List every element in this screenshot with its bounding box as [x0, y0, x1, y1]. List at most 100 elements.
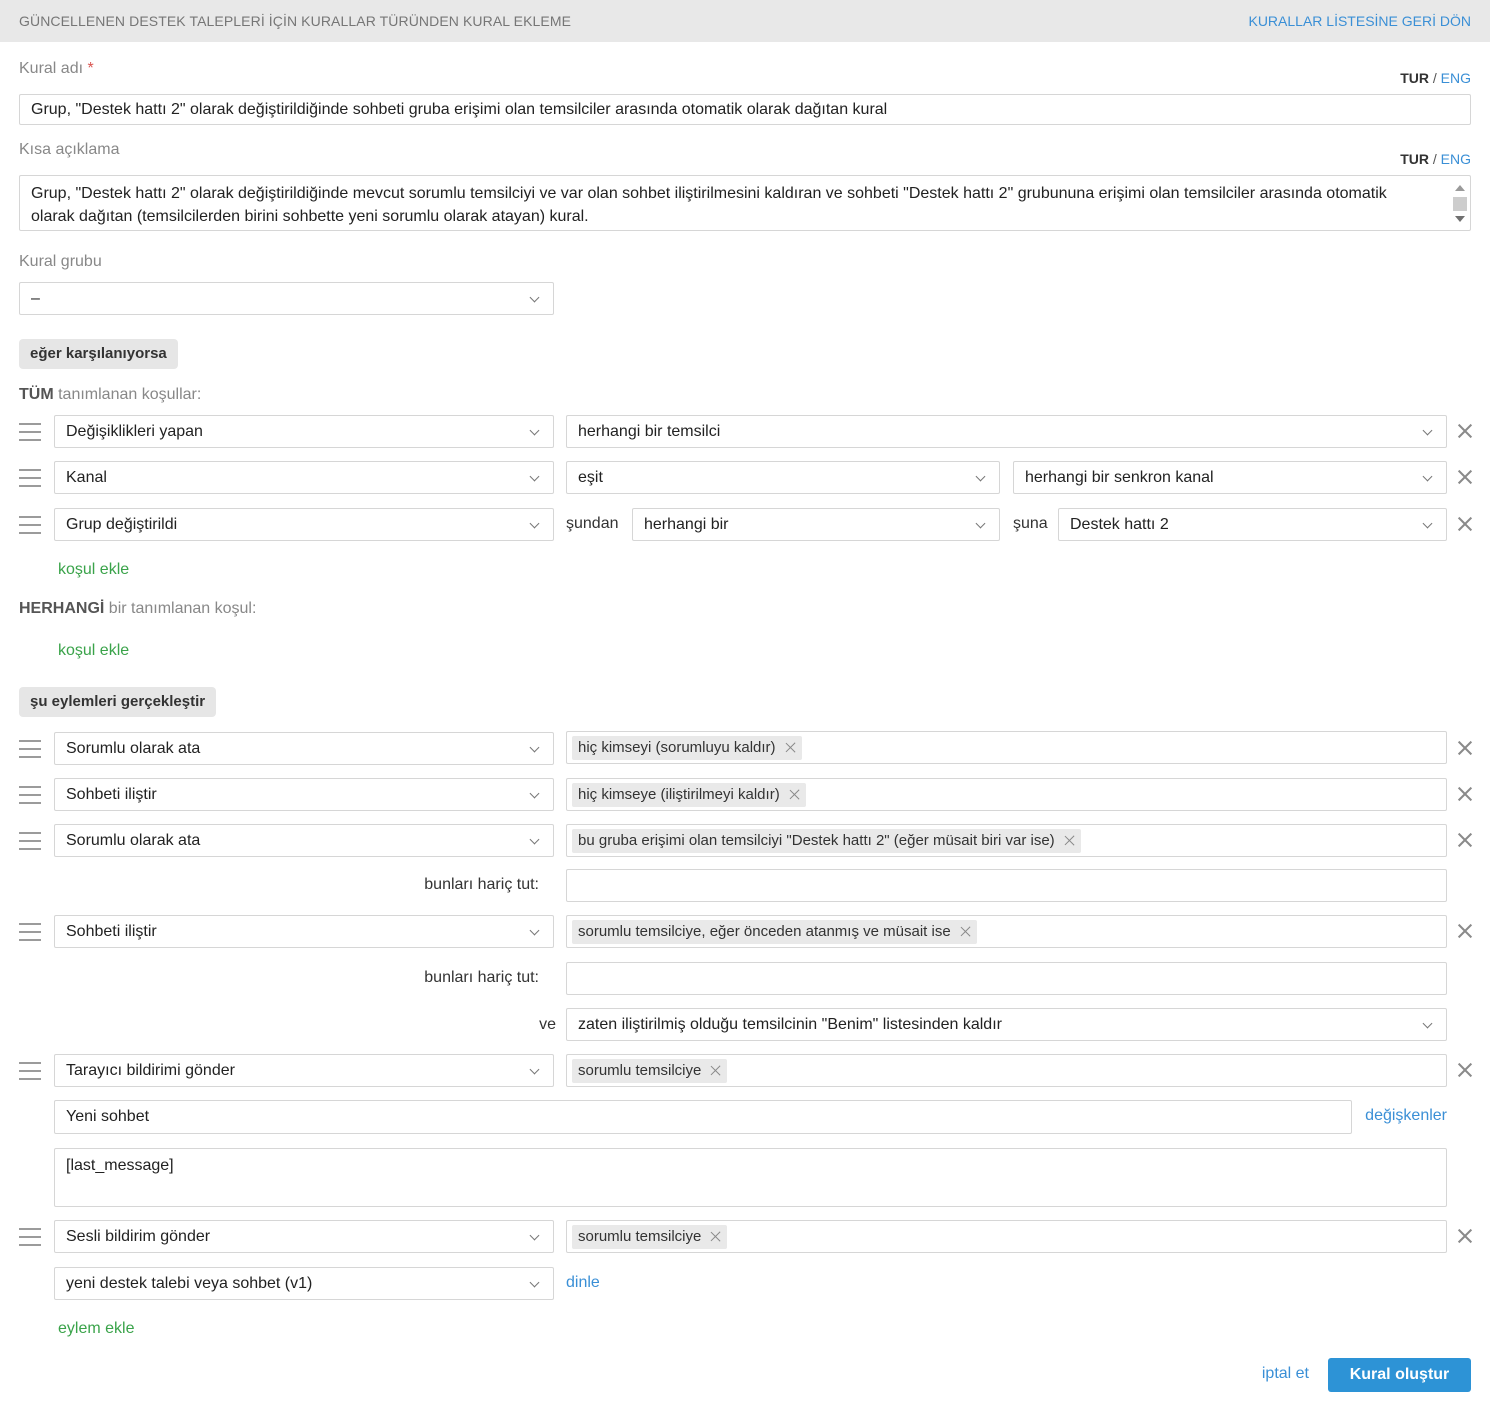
remove-action-icon[interactable]: [1457, 740, 1473, 756]
chevron-down-icon: [1422, 1018, 1433, 1029]
to-label: şuna: [1013, 515, 1048, 532]
scroll-thumb[interactable]: [1453, 197, 1467, 211]
action-type-select[interactable]: Tarayıcı bildirimi gönder: [54, 1054, 554, 1087]
drag-handle-icon[interactable]: [19, 423, 41, 441]
scroll-up-icon[interactable]: [1455, 185, 1465, 191]
drag-handle-icon[interactable]: [19, 469, 41, 487]
create-rule-button[interactable]: Kural oluştur: [1328, 1358, 1471, 1392]
action-type-select[interactable]: Sesli bildirim gönder: [54, 1220, 554, 1253]
drag-handle-icon[interactable]: [19, 516, 41, 534]
sound-select[interactable]: yeni destek talebi veya sohbet (v1): [54, 1267, 554, 1300]
remove-action-icon[interactable]: [1457, 923, 1473, 939]
language-tur[interactable]: TUR: [1400, 151, 1429, 167]
rule-name-input[interactable]: Grup, "Destek hattı 2" olarak değiştiril…: [19, 94, 1471, 125]
short-description-label: Kısa açıklama: [19, 141, 120, 158]
any-conditions-label: HERHANGİ bir tanımlanan koşul:: [19, 600, 257, 617]
chevron-down-icon: [1422, 518, 1433, 529]
cancel-link[interactable]: iptal et: [1262, 1365, 1309, 1383]
action-type-select[interactable]: Sorumlu olarak ata: [54, 732, 554, 765]
remove-action-icon[interactable]: [1457, 1062, 1473, 1078]
target-tag: bu gruba erişimi olan temsilciyi "Destek…: [572, 829, 1081, 853]
condition-field-select[interactable]: Değişiklikleri yapan: [54, 415, 554, 448]
action-target-field[interactable]: hiç kimseyi (sorumluyu kaldır): [566, 731, 1447, 764]
remove-action-icon[interactable]: [1457, 1228, 1473, 1244]
remove-condition-icon[interactable]: [1457, 423, 1473, 439]
condition-field-select[interactable]: Kanal: [54, 461, 554, 494]
action-type-select[interactable]: Sorumlu olarak ata: [54, 824, 554, 857]
drag-handle-icon[interactable]: [19, 740, 41, 758]
remove-tag-icon[interactable]: [960, 926, 971, 937]
add-action-link[interactable]: eylem ekle: [58, 1320, 134, 1338]
chevron-down-icon: [529, 425, 540, 436]
drag-handle-icon[interactable]: [19, 832, 41, 850]
back-to-rules-link[interactable]: KURALLAR LİSTESİNE GERİ DÖN: [1248, 13, 1471, 29]
notification-subject-input[interactable]: Yeni sohbet: [54, 1100, 1352, 1134]
required-mark: *: [87, 60, 94, 77]
language-switch-name: TUR / ENG: [1400, 70, 1471, 86]
listen-link[interactable]: dinle: [566, 1274, 600, 1292]
drag-handle-icon[interactable]: [19, 1062, 41, 1080]
remove-action-icon[interactable]: [1457, 786, 1473, 802]
remove-tag-icon[interactable]: [710, 1065, 721, 1076]
action-target-field[interactable]: sorumlu temsilciye: [566, 1220, 1447, 1253]
remove-tag-icon[interactable]: [789, 789, 800, 800]
rule-group-select[interactable]: –: [19, 282, 554, 315]
and-label: ve: [539, 1016, 556, 1033]
action-type-select[interactable]: Sohbeti iliştir: [54, 778, 554, 811]
exclude-input[interactable]: [566, 962, 1447, 995]
notification-body-textarea[interactable]: [last_message]: [54, 1148, 1447, 1207]
scroll-down-icon[interactable]: [1455, 216, 1465, 222]
target-tag: hiç kimseye (iliştirilmeyi kaldır): [572, 783, 806, 807]
short-description-textarea[interactable]: Grup, "Destek hattı 2" olarak değiştiril…: [19, 175, 1471, 231]
group-from-select[interactable]: herhangi bir: [632, 508, 1000, 541]
remove-condition-icon[interactable]: [1457, 469, 1473, 485]
exclude-label: bunları hariç tut:: [424, 876, 539, 893]
group-to-select[interactable]: Destek hattı 2: [1058, 508, 1447, 541]
drag-handle-icon[interactable]: [19, 1228, 41, 1246]
language-eng[interactable]: ENG: [1441, 70, 1471, 86]
chevron-down-icon: [975, 518, 986, 529]
action-target-field[interactable]: sorumlu temsilciye: [566, 1054, 1447, 1087]
target-tag: sorumlu temsilciye: [572, 1225, 728, 1249]
textarea-scrollbar[interactable]: [1451, 177, 1469, 230]
target-tag: sorumlu temsilciye, eğer önceden atanmış…: [572, 920, 977, 944]
condition-operator-select[interactable]: eşit: [566, 461, 1000, 494]
action-target-field[interactable]: sorumlu temsilciye, eğer önceden atanmış…: [566, 915, 1447, 948]
add-all-condition-link[interactable]: koşul ekle: [58, 561, 129, 579]
exclude-label: bunları hariç tut:: [424, 969, 539, 986]
language-switch-description: TUR / ENG: [1400, 151, 1471, 167]
remove-tag-icon[interactable]: [785, 742, 796, 753]
add-any-condition-link[interactable]: koşul ekle: [58, 642, 129, 660]
target-tag: sorumlu temsilciye: [572, 1059, 728, 1083]
variables-link[interactable]: değişkenler: [1365, 1107, 1447, 1125]
remove-tag-icon[interactable]: [710, 1231, 721, 1242]
remove-action-icon[interactable]: [1457, 832, 1473, 848]
and-option-select[interactable]: zaten iliştirilmiş olduğu temsilcinin "B…: [566, 1008, 1447, 1041]
actions-section-pill: şu eylemleri gerçekleştir: [19, 687, 217, 717]
chevron-down-icon: [529, 1064, 540, 1075]
chevron-down-icon: [1422, 425, 1433, 436]
chevron-down-icon: [975, 471, 986, 482]
rule-group-label: Kural grubu: [19, 253, 102, 270]
all-conditions-label: TÜM tanımlanan koşullar:: [19, 386, 202, 403]
drag-handle-icon[interactable]: [19, 786, 41, 804]
drag-handle-icon[interactable]: [19, 923, 41, 941]
conditions-section-pill: eğer karşılanıyorsa: [19, 339, 178, 369]
action-target-field[interactable]: hiç kimseye (iliştirilmeyi kaldır): [566, 778, 1447, 811]
action-type-select[interactable]: Sohbeti iliştir: [54, 915, 554, 948]
remove-tag-icon[interactable]: [1064, 835, 1075, 846]
chevron-down-icon: [529, 1230, 540, 1241]
condition-value-select[interactable]: herhangi bir temsilci: [566, 415, 1447, 448]
chevron-down-icon: [529, 1277, 540, 1288]
language-tur[interactable]: TUR: [1400, 70, 1429, 86]
exclude-input[interactable]: [566, 869, 1447, 902]
condition-value-select[interactable]: herhangi bir senkron kanal: [1013, 461, 1447, 494]
from-label: şundan: [566, 515, 619, 532]
chevron-down-icon: [529, 471, 540, 482]
condition-field-select[interactable]: Grup değiştirildi: [54, 508, 554, 541]
chevron-down-icon: [529, 925, 540, 936]
action-target-field[interactable]: bu gruba erişimi olan temsilciyi "Destek…: [566, 824, 1447, 857]
target-tag: hiç kimseyi (sorumluyu kaldır): [572, 736, 802, 760]
remove-condition-icon[interactable]: [1457, 516, 1473, 532]
language-eng[interactable]: ENG: [1441, 151, 1471, 167]
